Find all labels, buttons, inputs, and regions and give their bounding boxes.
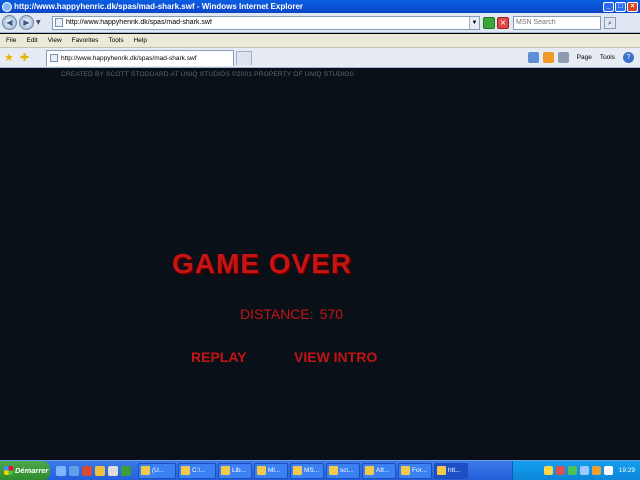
print-icon[interactable]	[557, 52, 569, 63]
windows-taskbar: Démarrer (U... C:\... Lib... Ml... MS...…	[0, 460, 640, 480]
page-icon	[55, 18, 63, 27]
minimize-button[interactable]: _	[603, 1, 614, 12]
task-list: (U... C:\... Lib... Ml... MS... sc\... A…	[138, 462, 470, 479]
windows-flag-icon	[4, 466, 13, 475]
task-button[interactable]: Att...	[362, 462, 396, 479]
search-input[interactable]	[514, 16, 600, 29]
task-label: (U...	[152, 467, 165, 474]
task-label: Ml...	[268, 467, 281, 474]
document-icon[interactable]	[108, 465, 118, 476]
task-icon	[437, 466, 446, 475]
task-icon	[365, 466, 374, 475]
task-button[interactable]: For...	[398, 462, 432, 479]
forward-button[interactable]: ▶	[19, 15, 34, 30]
task-label: C:\...	[192, 467, 206, 474]
task-icon	[257, 466, 266, 475]
menu-bar: File Edit View Favorites Tools Help	[0, 34, 640, 48]
task-button[interactable]: (U...	[138, 462, 176, 479]
search-icon[interactable]: ⌕	[604, 16, 616, 29]
task-label: For...	[412, 467, 427, 474]
shield-icon[interactable]	[82, 465, 92, 476]
menu-item-file[interactable]: File	[6, 37, 16, 44]
task-label: sc\...	[340, 467, 354, 474]
distance-readout: DISTANCE: 570	[240, 306, 343, 322]
system-tray: 19:29	[512, 460, 640, 480]
search-field[interactable]	[513, 15, 601, 30]
task-icon	[401, 466, 410, 475]
flash-game-area[interactable]: CREATED BY SCOTT STODDARD AT UNIQ STUDIO…	[0, 68, 640, 460]
task-icon	[141, 466, 150, 475]
menu-item-favorites[interactable]: Favorites	[72, 37, 99, 44]
window-title-bar: http://www.happyhenric.dk/spas/mad-shark…	[0, 0, 640, 13]
address-dropdown-icon[interactable]: ▼	[469, 16, 479, 29]
new-tab-button[interactable]	[236, 50, 252, 65]
tray-icon[interactable]	[543, 466, 553, 475]
game-over-title: GAME OVER	[172, 248, 353, 279]
task-icon	[181, 466, 190, 475]
window-title: http://www.happyhenric.dk/spas/mad-shark…	[14, 2, 304, 11]
address-input[interactable]	[66, 19, 469, 26]
tray-icon[interactable]	[579, 466, 589, 475]
tab-mad-shark[interactable]: http://www.happyhenrik.dk/spas/mad-shark…	[46, 49, 234, 66]
task-icon	[329, 466, 338, 475]
task-button[interactable]: C:\...	[178, 462, 216, 479]
maximize-button[interactable]: □	[615, 1, 626, 12]
refresh-icon[interactable]	[483, 16, 495, 29]
menu-item-view[interactable]: View	[48, 37, 62, 44]
task-label: Att...	[376, 467, 390, 474]
tab-toolbar: ★ ✚ http://www.happyhenrik.dk/spas/mad-s…	[0, 48, 640, 68]
close-button[interactable]: ×	[627, 1, 638, 12]
tab-label: http://www.happyhenrik.dk/spas/mad-shark…	[61, 54, 197, 62]
tools-menu[interactable]: Tools	[600, 54, 615, 61]
folder-icon[interactable]	[95, 465, 105, 476]
menu-item-help[interactable]: Help	[134, 37, 147, 44]
task-label: htt...	[448, 467, 461, 474]
distance-label: DISTANCE:	[240, 306, 314, 322]
task-label: MS...	[304, 467, 320, 474]
distance-value: 570	[319, 306, 343, 322]
favorites-star-icon[interactable]: ★	[4, 51, 16, 64]
task-button[interactable]: MS...	[290, 462, 324, 479]
desktop-icon[interactable]	[56, 465, 66, 476]
command-bar: Page Tools ?	[524, 52, 640, 63]
tray-icon[interactable]	[555, 466, 565, 475]
feeds-icon[interactable]	[542, 52, 554, 63]
app-icon[interactable]	[121, 465, 131, 476]
window-controls: _ □ ×	[603, 1, 638, 12]
address-field[interactable]: ▼	[52, 15, 480, 30]
tray-icon[interactable]	[567, 466, 577, 475]
start-button[interactable]: Démarrer	[0, 460, 50, 480]
stop-icon[interactable]: ×	[497, 16, 509, 29]
task-button[interactable]: Lib...	[218, 462, 252, 479]
replay-button[interactable]: REPLAY	[191, 349, 247, 365]
task-button-active[interactable]: htt...	[434, 462, 468, 479]
address-toolbar: ◀ ▶ ▼ ▼ × ⌕	[0, 13, 640, 33]
history-dropdown-icon[interactable]: ▼	[36, 19, 44, 26]
start-label: Démarrer	[15, 466, 49, 475]
view-intro-button[interactable]: VIEW INTRO	[294, 349, 377, 365]
back-button[interactable]: ◀	[2, 15, 17, 30]
home-icon[interactable]	[527, 52, 539, 63]
game-credits: CREATED BY SCOTT STODDARD AT UNIQ STUDIO…	[61, 71, 355, 78]
help-icon[interactable]: ?	[623, 52, 634, 63]
tray-icon[interactable]	[603, 466, 613, 475]
task-button[interactable]: sc\...	[326, 462, 360, 479]
tab-page-icon	[50, 54, 58, 62]
task-label: Lib...	[232, 467, 247, 474]
ie-icon	[2, 1, 12, 12]
page-menu[interactable]: Page	[577, 54, 592, 61]
tray-icon[interactable]	[591, 466, 601, 475]
task-icon	[293, 466, 302, 475]
ie-quicklaunch-icon[interactable]	[69, 465, 79, 476]
task-button[interactable]: Ml...	[254, 462, 288, 479]
task-icon	[221, 466, 230, 475]
add-favorites-icon[interactable]: ✚	[20, 51, 32, 64]
menu-item-edit[interactable]: Edit	[26, 37, 37, 44]
menu-item-tools[interactable]: Tools	[108, 37, 123, 44]
quick-launch	[56, 465, 134, 476]
clock: 19:29	[618, 467, 635, 474]
